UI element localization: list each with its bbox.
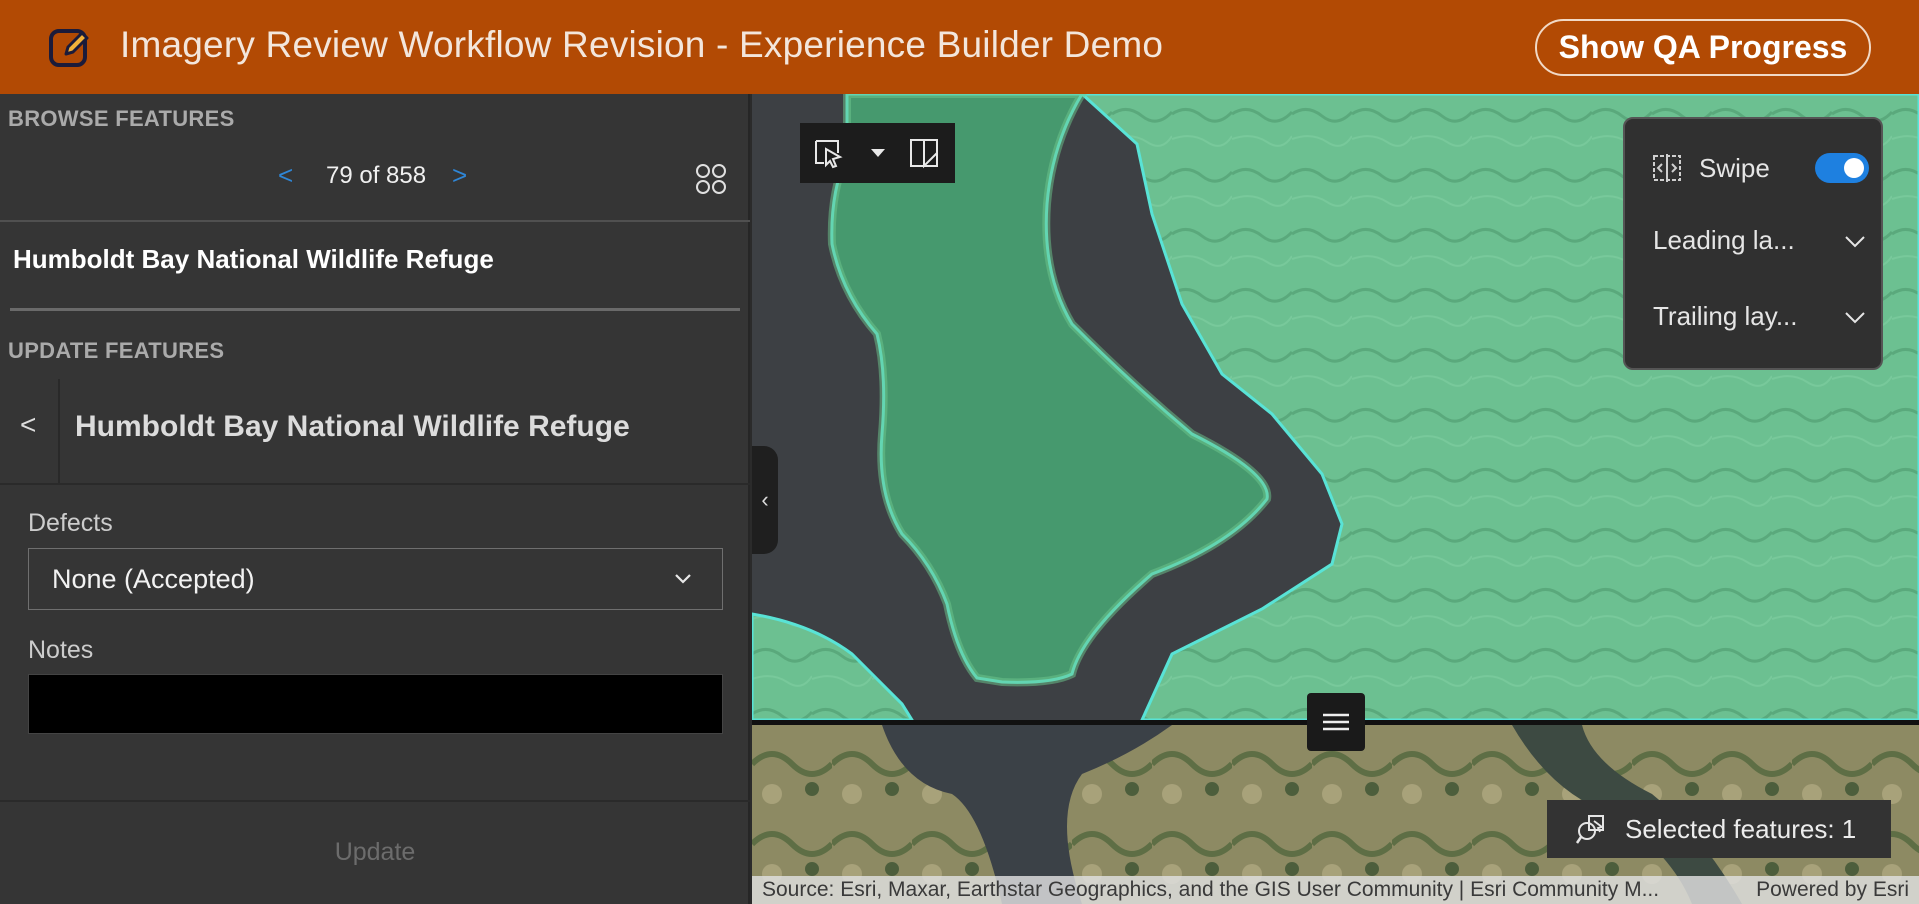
- swipe-toggle[interactable]: [1815, 153, 1869, 183]
- menu-icon: [1323, 713, 1349, 731]
- chevron-down-icon[interactable]: [1843, 305, 1867, 329]
- chevron-left-icon: ‹: [761, 487, 769, 512]
- notes-label: Notes: [28, 636, 94, 664]
- show-qa-progress-button[interactable]: Show QA Progress: [1535, 19, 1871, 76]
- selected-features-button[interactable]: Selected features: 1: [1547, 800, 1891, 858]
- powered-by-link[interactable]: Powered by Esri: [1756, 878, 1909, 902]
- browse-feature-title[interactable]: Humboldt Bay National Wildlife Refuge: [13, 244, 494, 275]
- swipe-handle[interactable]: [1307, 693, 1365, 751]
- swipe-icon: [1653, 154, 1681, 182]
- update-feature-title: Humboldt Bay National Wildlife Refuge: [75, 410, 630, 443]
- defects-select[interactable]: None (Accepted): [28, 548, 723, 610]
- attribution-source[interactable]: Source: Esri, Maxar, Earthstar Geographi…: [762, 878, 1722, 902]
- side-panel: BROWSE FEATURES < 79 of 858 > Humboldt B…: [0, 94, 750, 904]
- app-title: Imagery Review Workflow Revision - Exper…: [120, 24, 1164, 65]
- leading-layer-select[interactable]: Leading la...: [1653, 225, 1795, 256]
- toggle-knob: [1844, 158, 1864, 178]
- feature-counter: 79 of 858: [326, 162, 427, 189]
- update-button[interactable]: Update: [0, 802, 750, 902]
- trailing-layer-select[interactable]: Trailing lay...: [1653, 301, 1798, 332]
- chevron-down-icon[interactable]: [1843, 229, 1867, 253]
- swipe-label: Swipe: [1699, 153, 1770, 183]
- divider: [10, 308, 740, 311]
- caret-down-icon[interactable]: [860, 135, 896, 171]
- select-icon[interactable]: [810, 135, 846, 171]
- select-features-icon: [1575, 815, 1605, 844]
- divider: [0, 483, 750, 485]
- panel-footer: Update: [0, 800, 750, 904]
- selected-features-label: Selected features: 1: [1625, 813, 1857, 844]
- browse-features-label: BROWSE FEATURES: [8, 106, 235, 131]
- divider: [0, 220, 750, 222]
- update-features-label: UPDATE FEATURES: [8, 338, 225, 363]
- collapse-panel-button[interactable]: ‹: [752, 446, 778, 554]
- back-button[interactable]: <: [20, 409, 36, 441]
- divider: [58, 379, 60, 483]
- grid-icon[interactable]: [694, 162, 728, 196]
- chevron-down-icon: [675, 574, 691, 584]
- defects-label: Defects: [28, 509, 113, 537]
- previous-feature-button[interactable]: <: [278, 160, 293, 191]
- edit-icon[interactable]: [48, 26, 92, 70]
- map-attribution: Source: Esri, Maxar, Earthstar Geographi…: [752, 876, 1919, 904]
- selection-toolbar: [800, 123, 955, 183]
- update-feature-header: < Humboldt Bay National Wildlife Refuge: [0, 379, 750, 483]
- defects-select-value: None (Accepted): [52, 563, 255, 594]
- select-box-icon[interactable]: [906, 135, 942, 171]
- notes-field[interactable]: [28, 674, 723, 734]
- next-feature-button[interactable]: >: [452, 160, 467, 191]
- feature-pager: < 79 of 858 >: [0, 154, 750, 200]
- app-header: Imagery Review Workflow Revision - Exper…: [0, 0, 1919, 94]
- swipe-widget: Swipe Leading la... Trailing lay...: [1623, 117, 1883, 370]
